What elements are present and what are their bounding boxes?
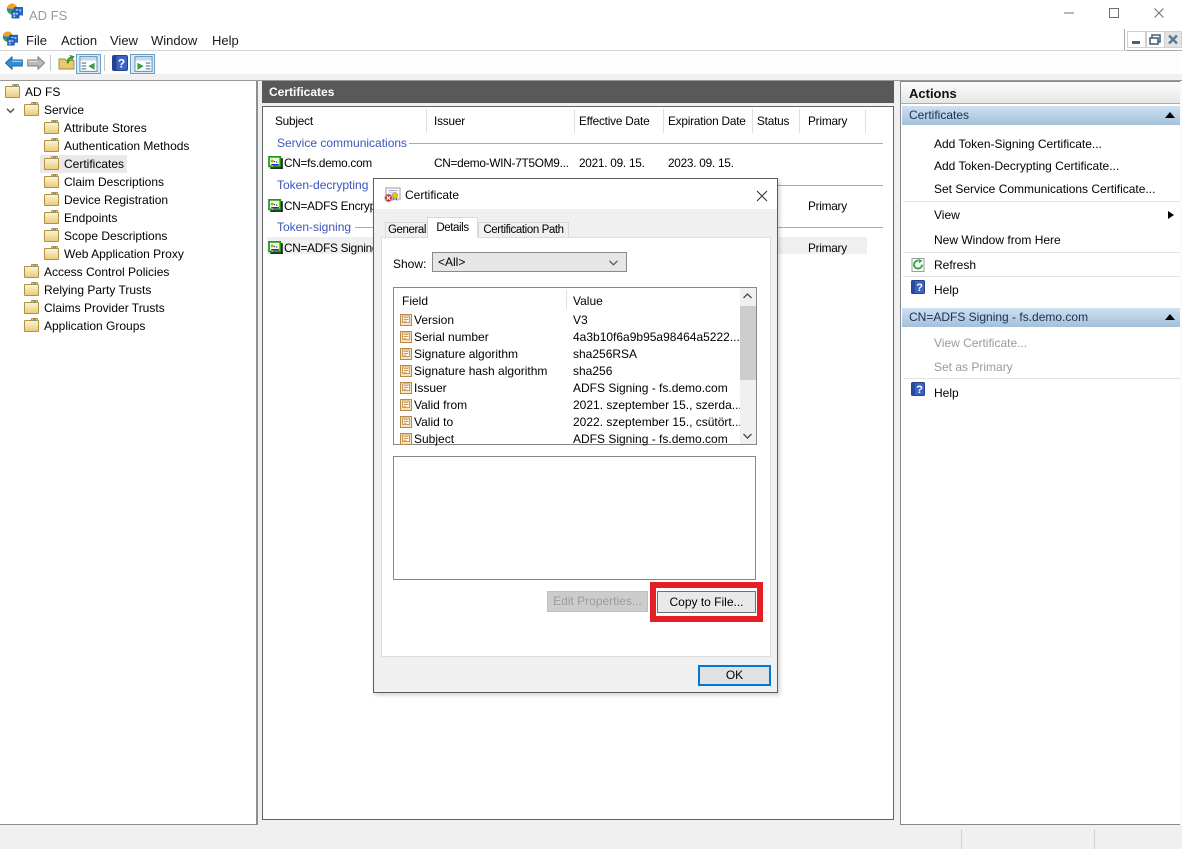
svg-text:?: ? [916, 384, 923, 396]
svg-text:?: ? [118, 57, 125, 71]
svg-text:?: ? [916, 282, 923, 294]
